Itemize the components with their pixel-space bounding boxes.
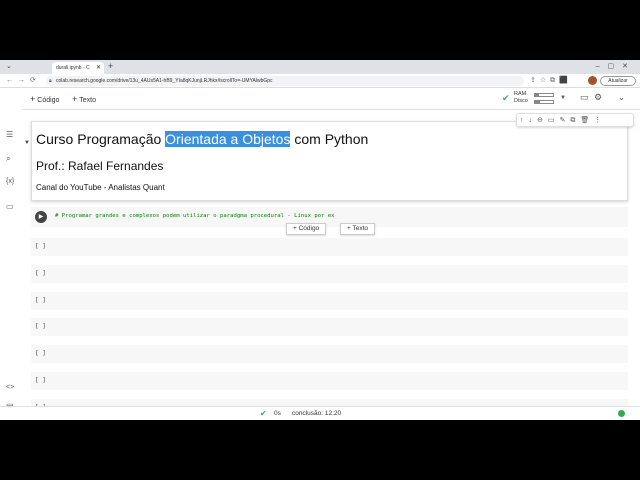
folder-icon[interactable]: ▭ — [6, 202, 14, 211]
add-text-button[interactable]: + Texto — [72, 94, 96, 104]
variables-icon[interactable]: {x} — [6, 178, 14, 185]
url-field[interactable]: 🔒︎ colab.research.google.com/drive/13u_4… — [46, 76, 524, 86]
code-cell[interactable]: ▶ # Programar grandes e complexos podem … — [31, 207, 628, 227]
status-duration: 0s — [274, 410, 281, 417]
notebook-title: Curso Programação Orientada a Objetos co… — [36, 131, 368, 147]
title-text: Curso Programação — [36, 131, 166, 147]
cell-toolbar[interactable]: ↑↓⊖▭✎⧉🗑⋮ — [516, 113, 634, 127]
insert-code-button[interactable]: + Código — [286, 223, 327, 235]
empty-code-cell[interactable]: [ ] — [31, 345, 628, 364]
markdown-cell[interactable]: ▼ Curso Programação Orientada a Objetos … — [24, 121, 628, 201]
code-snippets-icon[interactable]: <> — [6, 384, 14, 391]
add-text-label: Texto — [79, 97, 96, 104]
insert-text-label: Texto — [352, 225, 369, 232]
empty-code-cell[interactable]: [ ] — [31, 318, 628, 337]
cell-execution-brackets: [ ] — [35, 269, 46, 277]
url-text: colab.research.google.com/drive/13u_4AUs… — [56, 78, 273, 84]
sidebar: ☰ ⌕ {x} ▭ <> ▤ ▣ — [0, 88, 22, 420]
browser-tabstrip: ⌄ durali.ipynb - C ✕ + –▢✕ — [0, 60, 640, 74]
tab-close-icon[interactable]: ✕ — [96, 64, 101, 71]
connected-check-icon: ✔ — [502, 93, 510, 103]
browser-action-icons[interactable]: ⇪☆⧉⬛ — [530, 76, 572, 85]
disk-bar — [534, 100, 554, 104]
ram-label: RAM — [514, 91, 527, 97]
code-text[interactable]: # Programar grandes e complexos podem ut… — [55, 213, 335, 219]
ram-bar-fill — [535, 94, 539, 96]
runtime-dropdown-icon[interactable]: ▼ — [560, 95, 566, 101]
resource-monitor[interactable]: RAM Disco — [514, 91, 528, 105]
menu-icon[interactable]: ☰ — [6, 130, 13, 139]
search-icon[interactable]: ⌕ — [6, 154, 10, 164]
cell-execution-brackets: [ ] — [35, 323, 46, 331]
status-completion: conclusão: 12:20 — [292, 410, 342, 417]
plus-icon: + — [72, 94, 78, 104]
chevron-down-icon[interactable]: ⌄ — [618, 93, 625, 102]
empty-code-cell[interactable]: [ ] — [31, 238, 628, 256]
cell-execution-brackets: [ ] — [35, 350, 46, 358]
window-controls[interactable]: –▢✕ — [596, 62, 636, 70]
address-bar: ←→⟳ 🔒︎ colab.research.google.com/drive/1… — [0, 74, 640, 88]
empty-code-cell[interactable]: [ ] — [31, 291, 628, 310]
channel-line: Canal do YouTube - Analistas Quant — [36, 183, 165, 192]
disk-bar-fill — [535, 101, 540, 103]
professor-line: Prof.: Rafael Fernandes — [36, 159, 164, 173]
notebook: ▼ Curso Programação Orientada a Objetos … — [22, 110, 640, 417]
status-check-icon: ✔ — [260, 409, 267, 418]
update-button[interactable]: Atualizar — [600, 76, 636, 86]
cell-execution-brackets: [ ] — [35, 377, 46, 384]
cell-execution-brackets: [ ] — [35, 296, 46, 304]
status-dot-icon — [618, 410, 625, 417]
insert-text-button[interactable]: + Texto — [340, 223, 376, 235]
cell-execution-brackets: [ ] — [35, 243, 46, 250]
empty-code-cell[interactable]: [ ] — [31, 372, 628, 390]
new-tab-button[interactable]: + — [108, 61, 113, 71]
insert-code-label: Código — [298, 225, 320, 232]
ram-bar — [534, 93, 554, 97]
tab-search-icon[interactable]: ⌄ — [6, 62, 12, 70]
nav-icons[interactable]: ←→⟳ — [6, 76, 41, 84]
colab-toolbar: + Código + Texto ✔ RAM Disco ▼ ▭ ⚙ ⌄ — [0, 88, 640, 110]
run-cell-button[interactable]: ▶ — [35, 211, 47, 223]
status-bar: ✔ 0s conclusão: 12:20 — [0, 406, 640, 420]
plus-icon: + — [30, 94, 36, 104]
browser-tab[interactable]: durali.ipynb - C ✕ — [52, 62, 104, 74]
add-code-label: Código — [37, 97, 60, 104]
title-highlighted-text: Orientada a Objetos — [165, 131, 291, 147]
empty-code-cell[interactable]: [ ] — [31, 264, 628, 283]
profile-avatar[interactable] — [588, 76, 597, 85]
comment-icon[interactable]: ▭ — [580, 92, 589, 103]
title-text-end: com Python — [290, 131, 369, 147]
collapse-arrow-icon[interactable]: ▼ — [24, 140, 30, 146]
disk-label: Disco — [514, 98, 528, 104]
add-code-button[interactable]: + Código — [30, 94, 59, 104]
tab-title: durali.ipynb - C — [56, 65, 90, 71]
lock-icon: 🔒︎ — [49, 78, 52, 84]
gear-icon[interactable]: ⚙ — [594, 92, 602, 103]
screen: ⌄ durali.ipynb - C ✕ + –▢✕ ←→⟳ 🔒︎ colab.… — [0, 60, 640, 420]
